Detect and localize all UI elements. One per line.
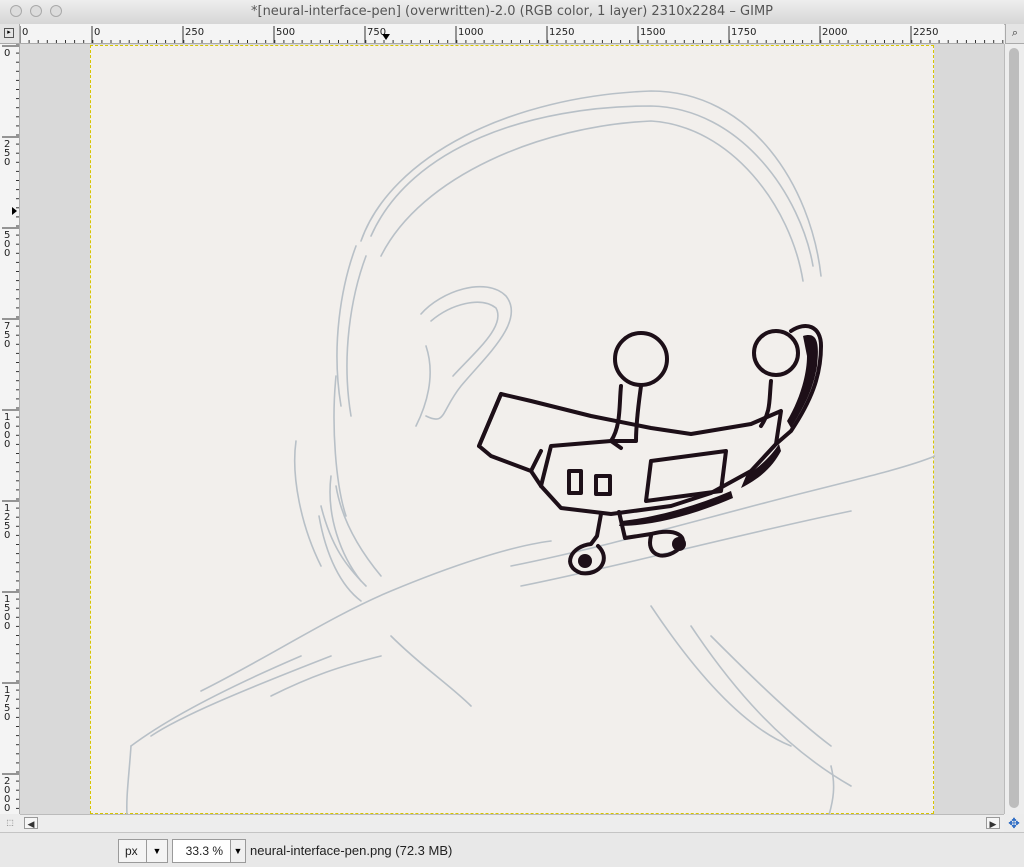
navigate-button[interactable]: ⌕ <box>1005 24 1024 44</box>
ruler-label-digit: 0 <box>4 439 10 450</box>
ruler-label: 2000 <box>822 27 847 38</box>
ruler-label-digit: 0 <box>4 48 10 59</box>
ruler-label: 1250 <box>549 27 574 38</box>
vertical-scroll-thumb[interactable] <box>1009 48 1019 808</box>
vertical-ruler[interactable]: 025050075010001250150017502000 <box>0 44 20 814</box>
ruler-label: 500 <box>276 27 295 38</box>
ruler-label-digit: 0 <box>4 157 10 168</box>
navigate-icon: ⌕ <box>1011 27 1019 39</box>
move-arrows-icon: ✥ <box>1008 815 1020 831</box>
ruler-label: 0 <box>22 27 28 38</box>
canvas-area[interactable] <box>20 44 1004 814</box>
ruler-label: 2250 <box>913 27 938 38</box>
ruler-label-digit: 0 <box>4 248 10 259</box>
file-info: neural-interface-pen.png (72.3 MB) <box>250 843 453 858</box>
chevron-down-icon[interactable]: ▼ <box>230 840 245 862</box>
arrow-left-icon: ◀ <box>27 819 35 829</box>
menu-arrow-icon: ▸ <box>4 28 14 38</box>
image-canvas[interactable] <box>90 45 936 814</box>
zoom-selector[interactable]: 33.3 % ▼ <box>172 839 246 863</box>
ruler-label-digit: 0 <box>4 339 10 350</box>
quick-mask-button[interactable]: ⬚ <box>0 814 20 832</box>
status-bar: px ▼ 33.3 % ▼ neural-interface-pen.png (… <box>0 832 1024 867</box>
ruler-label-digit: 0 <box>4 621 10 632</box>
navigate-canvas-button[interactable]: ✥ <box>1004 814 1024 832</box>
chevron-down-icon[interactable]: ▼ <box>146 840 167 862</box>
ruler-label-digit: 0 <box>4 712 10 723</box>
scroll-left-button[interactable]: ◀ <box>24 817 38 829</box>
vertical-ruler-ticks: 025050075010001250150017502000 <box>2 44 19 814</box>
arrow-right-icon: ▶ <box>989 819 997 829</box>
unit-value: px <box>125 844 138 858</box>
quick-mask-icon: ⬚ <box>6 818 14 827</box>
horizontal-scrollbar[interactable]: ◀ ▶ <box>20 814 1004 832</box>
title-bar: *[neural-interface-pen] (overwritten)-2.… <box>0 0 1024 25</box>
ruler-label: 750 <box>367 27 386 38</box>
ruler-label: 1000 <box>458 27 483 38</box>
ruler-menu-button[interactable]: ▸ <box>0 24 20 44</box>
scroll-right-button[interactable]: ▶ <box>986 817 1000 829</box>
vertical-scrollbar[interactable] <box>1004 44 1024 814</box>
horizontal-ruler-ticks: 0 0 250 500 750 1000 1250 1500 1750 2000 2250 <box>20 26 1004 43</box>
window-title: *[neural-interface-pen] (overwritten)-2.… <box>251 4 773 19</box>
zoom-value[interactable]: 33.3 % <box>186 844 223 858</box>
unit-selector[interactable]: px ▼ <box>118 839 168 863</box>
ruler-label-digit: 0 <box>4 803 10 814</box>
ruler-label-digit: 0 <box>4 530 10 541</box>
horizontal-ruler[interactable]: 0 0 250 500 750 1000 1250 1500 1750 2000 2250 <box>20 24 1004 44</box>
ruler-label: 250 <box>185 27 204 38</box>
sketch-drawing <box>126 90 936 814</box>
ruler-label: 1750 <box>731 27 756 38</box>
ruler-label: 1500 <box>640 27 665 38</box>
ruler-label: 0 <box>94 27 100 38</box>
